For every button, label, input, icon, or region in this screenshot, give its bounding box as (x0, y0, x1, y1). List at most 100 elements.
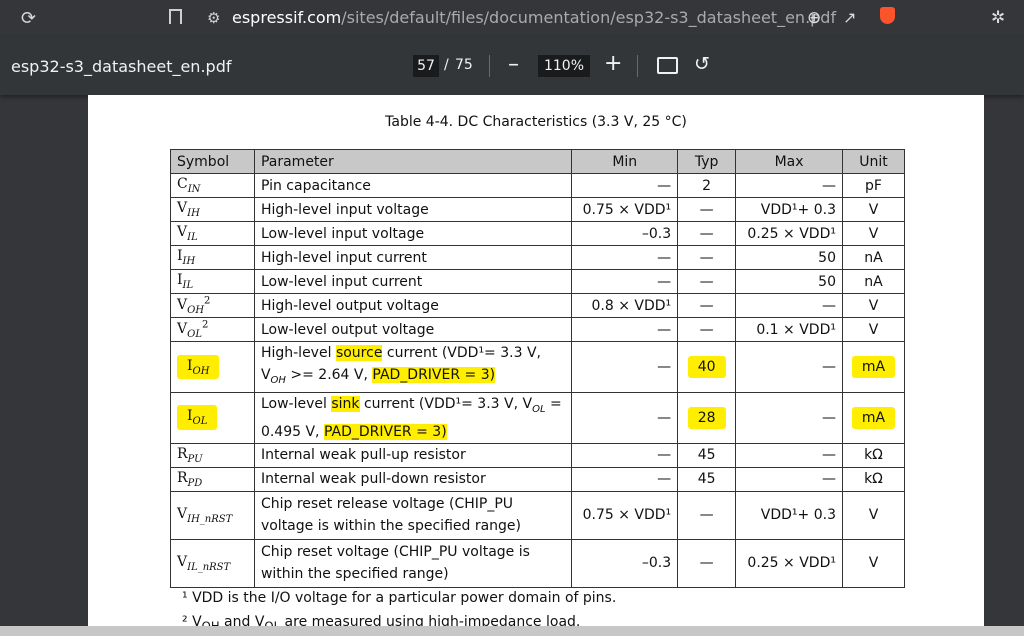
unit-cell: mA (841, 341, 906, 393)
table-row: IIL Low-level input current — —50 nA (170, 269, 906, 294)
max-cell: 0.1 × VDD¹ (735, 317, 843, 342)
highlighted-text: PAD_DRIVER = 3) (323, 423, 447, 440)
symbol-subscript: IL_nRST (187, 561, 231, 573)
symbol-letter: V (177, 296, 188, 313)
parameter-cell: Internal weak pull-down resistor (253, 466, 573, 492)
symbol-cell: IIL (170, 269, 255, 294)
toolbar-divider (637, 55, 638, 77)
typ-cell: — (677, 269, 737, 294)
header-parameter: Parameter (253, 149, 573, 174)
symbol-subscript: PD (187, 477, 203, 489)
symbol-superscript: 2 (204, 295, 211, 307)
table-row: VOH2 High-level output voltage 0.8 × VDD¹ —… (170, 293, 906, 318)
symbol-cell: IIH (170, 245, 255, 270)
symbol-subscript: IH (187, 207, 200, 219)
symbol: VIL_nRST (177, 554, 231, 573)
symbol-subscript: IH (182, 255, 196, 267)
toolbar-divider (489, 55, 490, 77)
address-bar[interactable]: espressif.com/sites/default/files/docume… (232, 8, 836, 27)
symbol: CIN (177, 176, 201, 195)
min-cell: — (571, 341, 679, 393)
zoom-icon[interactable]: ⊕ (807, 8, 821, 28)
dc-characteristics-table: Symbol Parameter Min Typ Max Unit CIN Pin… (170, 149, 906, 588)
symbol: IIH (177, 248, 196, 267)
parameter-cell: Low-level output voltage (253, 317, 573, 342)
unit-cell: nA (841, 245, 906, 270)
symbol-cell: VIH (170, 197, 255, 222)
max-cell: — (735, 341, 843, 393)
site-settings-icon[interactable]: ⚙ (207, 9, 220, 27)
symbol-subscript: IN (187, 183, 201, 195)
pdf-toolbar: esp32-s3_datasheet_en.pdf 57 / 75 – 110%… (0, 37, 1024, 95)
symbol-cell: RPD (170, 466, 255, 492)
typ-cell: 2 (677, 173, 737, 198)
typ-cell: 45 (677, 466, 737, 492)
table-row: VOL2 Low-level output voltage — —0.1 × VDD¹… (170, 317, 906, 342)
parameter-cell: Low-level input voltage (253, 221, 573, 246)
share-icon[interactable]: ↗ (843, 8, 856, 27)
parameter-text: OH (270, 374, 286, 386)
typ-cell: — (677, 490, 737, 540)
max-cell: — (735, 293, 843, 318)
reload-icon[interactable]: ⟳ (21, 8, 36, 29)
symbol-superscript: 2 (201, 319, 209, 331)
max-cell: VDD¹+ 0.3 (735, 490, 843, 540)
highlighted-text: source (335, 345, 383, 361)
highlighted-value: 40 (687, 355, 726, 378)
parameter-cell: Low-level sink current (VDD¹= 3.3 V, VOL… (253, 391, 573, 444)
header-typ: Typ (677, 149, 737, 174)
brave-shields-icon[interactable] (880, 7, 895, 24)
symbol-subscript: IL (182, 279, 194, 291)
symbol: IOL (177, 405, 218, 431)
table-row: VIH High-level input voltage 0.75 × VDD¹ — V… (170, 197, 906, 222)
parameter-text: High-level (260, 345, 336, 361)
min-cell: 0.8 × VDD¹ (571, 293, 679, 318)
extensions-icon[interactable]: ✲ (991, 8, 1005, 28)
unit-cell: V (841, 490, 906, 540)
horizontal-scrollbar[interactable] (0, 626, 1024, 636)
unit-cell: V (841, 317, 906, 342)
symbol-letter: V (177, 224, 188, 241)
unit-cell: V (841, 221, 906, 246)
page-number-input[interactable]: 57 (413, 55, 439, 77)
table-header-row: Symbol Parameter Min Typ Max Unit (170, 149, 906, 174)
symbol: VIH (177, 200, 200, 219)
min-cell: — (571, 173, 679, 198)
min-cell: 0.75 × VDD¹ (571, 197, 679, 222)
zoom-in-button[interactable]: + (604, 51, 622, 76)
symbol-letter: C (177, 176, 188, 193)
fit-page-icon[interactable] (657, 57, 678, 74)
parameter-cell: High-level output voltage (253, 293, 573, 318)
footnote-1: ¹ VDD is the I/O voltage for a particula… (182, 590, 617, 606)
symbol-cell: VIL (170, 221, 255, 246)
symbol-subscript: IL (187, 231, 198, 243)
typ-cell: 40 (677, 341, 737, 393)
symbol-subscript: OH (192, 365, 210, 377)
symbol: VOL2 (177, 319, 209, 339)
symbol-letter: R (177, 445, 188, 462)
symbol-letter: V (177, 505, 188, 522)
unit-cell: mA (841, 391, 906, 444)
max-cell: — (735, 442, 843, 468)
symbol-letter: V (177, 320, 188, 337)
table-row: IOL Low-level sink current (VDD¹= 3.3 V, … (170, 391, 906, 444)
symbol-subscript: OH (187, 304, 205, 316)
typ-cell: 45 (677, 442, 737, 468)
rotate-icon[interactable]: ↺ (694, 53, 710, 75)
unit-cell: V (841, 538, 906, 588)
symbol-cell: CIN (170, 173, 255, 198)
zoom-level-input[interactable]: 110% (538, 55, 590, 77)
unit-cell: V (841, 293, 906, 318)
bookmark-icon[interactable] (169, 9, 182, 29)
symbol: VOH2 (177, 295, 211, 316)
url-path: /sites/default/files/documentation/esp32… (341, 8, 837, 27)
max-cell: VDD¹+ 0.3 (735, 197, 843, 222)
symbol-cell: IOL (170, 391, 255, 444)
zoom-out-button[interactable]: – (508, 52, 519, 77)
typ-cell: — (677, 221, 737, 246)
symbol-cell: VIL_nRST (170, 538, 255, 588)
min-cell: –0.3 (571, 538, 679, 588)
parameter-cell: Chip reset release voltage (CHIP_PU volt… (253, 490, 573, 540)
parameter-cell: Pin capacitance (253, 173, 573, 198)
table-row: VIH_nRST Chip reset release voltage (CHIP… (170, 490, 906, 540)
